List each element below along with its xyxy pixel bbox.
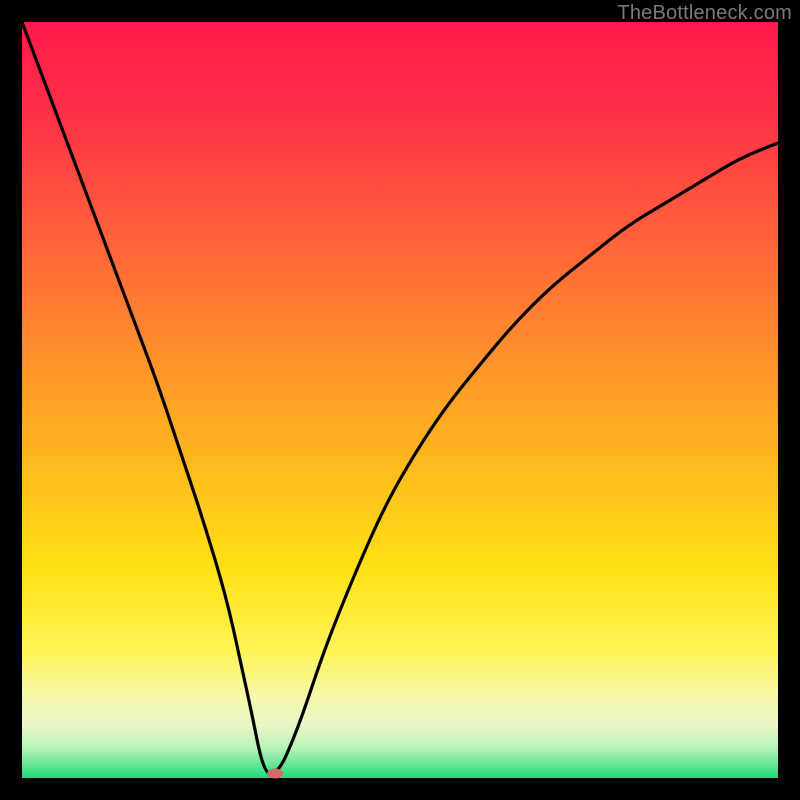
attribution-text: TheBottleneck.com bbox=[617, 2, 792, 25]
curve-svg bbox=[22, 22, 778, 778]
chart-frame: TheBottleneck.com bbox=[0, 0, 800, 800]
minimum-marker bbox=[267, 768, 283, 778]
bottleneck-curve bbox=[22, 22, 778, 773]
plot-area bbox=[22, 22, 778, 778]
